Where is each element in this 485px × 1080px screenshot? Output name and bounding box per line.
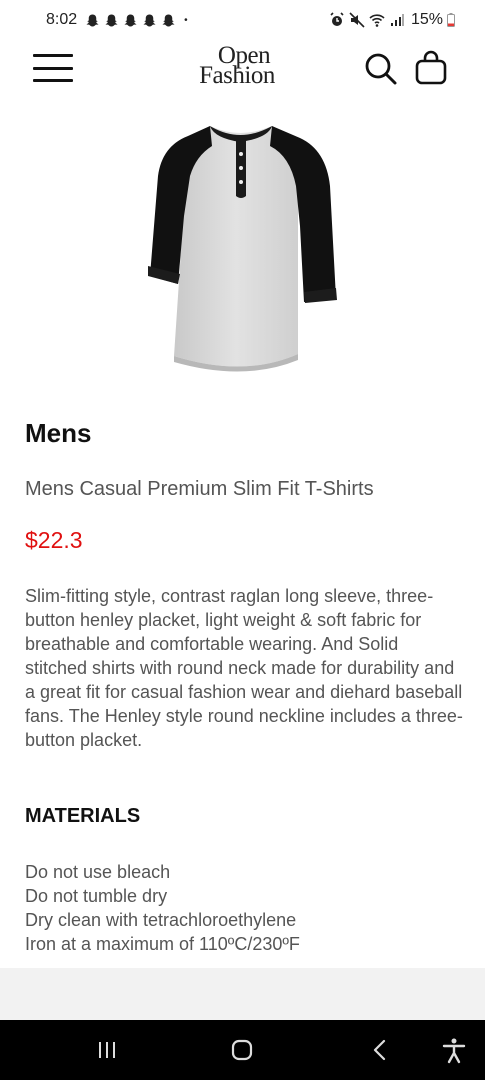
- status-right: 15%: [329, 11, 455, 29]
- brand-logo-line2: Fashion: [199, 62, 275, 89]
- product-title: Mens Casual Premium Slim Fit T-Shirts: [25, 478, 374, 500]
- mute-icon: [349, 12, 365, 28]
- snapchat-icon: [143, 14, 156, 26]
- system-nav-bar: [0, 1020, 485, 1080]
- app-header: Open Fashion: [0, 40, 485, 100]
- snapchat-icon: [124, 14, 137, 26]
- snapchat-icon: [86, 14, 99, 26]
- signal-icon: [390, 14, 404, 26]
- materials-heading: MATERIALS: [25, 805, 141, 827]
- status-time: 8:02: [46, 11, 78, 28]
- product-category: Mens: [25, 418, 92, 448]
- menu-button[interactable]: [33, 54, 73, 82]
- shopping-bag-icon[interactable]: [413, 50, 449, 86]
- snapchat-icon: [162, 14, 175, 26]
- battery-icon: [447, 13, 455, 27]
- battery-percent: 15%: [410, 11, 443, 28]
- wifi-icon: [369, 14, 385, 27]
- snapchat-icon: [105, 14, 118, 26]
- materials-item: Dry clean with tetrachloroethylene: [25, 910, 297, 930]
- home-icon[interactable]: [228, 1036, 256, 1064]
- materials-item: Do not tumble dry: [25, 886, 168, 906]
- product-detail-screen: 8:02 • 15% Open Fashion Mens Mens Casual…: [0, 0, 485, 1080]
- notification-dot: •: [184, 14, 188, 26]
- materials-item: Iron at a maximum of 110ºC/230ºF: [25, 934, 300, 954]
- materials-list: Do not use bleach Do not tumble dry Dry …: [25, 860, 300, 956]
- product-description: Slim-fitting style, contrast raglan long…: [25, 586, 463, 750]
- product-price: $22.3: [25, 527, 83, 553]
- back-icon[interactable]: [366, 1036, 394, 1064]
- product-image: [148, 126, 337, 372]
- materials-item: Do not use bleach: [25, 862, 171, 882]
- hamburger-icon-bar: [33, 54, 73, 57]
- brand-logo[interactable]: Open Fashion: [182, 40, 292, 90]
- search-icon[interactable]: [364, 52, 398, 86]
- recent-apps-icon[interactable]: [93, 1036, 121, 1064]
- hamburger-icon-bar: [33, 66, 73, 70]
- status-left: 8:02 •: [46, 11, 188, 29]
- status-bar: 8:02 • 15%: [0, 0, 485, 40]
- hamburger-icon-bar: [33, 79, 73, 82]
- footer-area: [0, 968, 485, 1020]
- accessibility-icon[interactable]: [440, 1036, 468, 1064]
- alarm-icon: [330, 12, 344, 26]
